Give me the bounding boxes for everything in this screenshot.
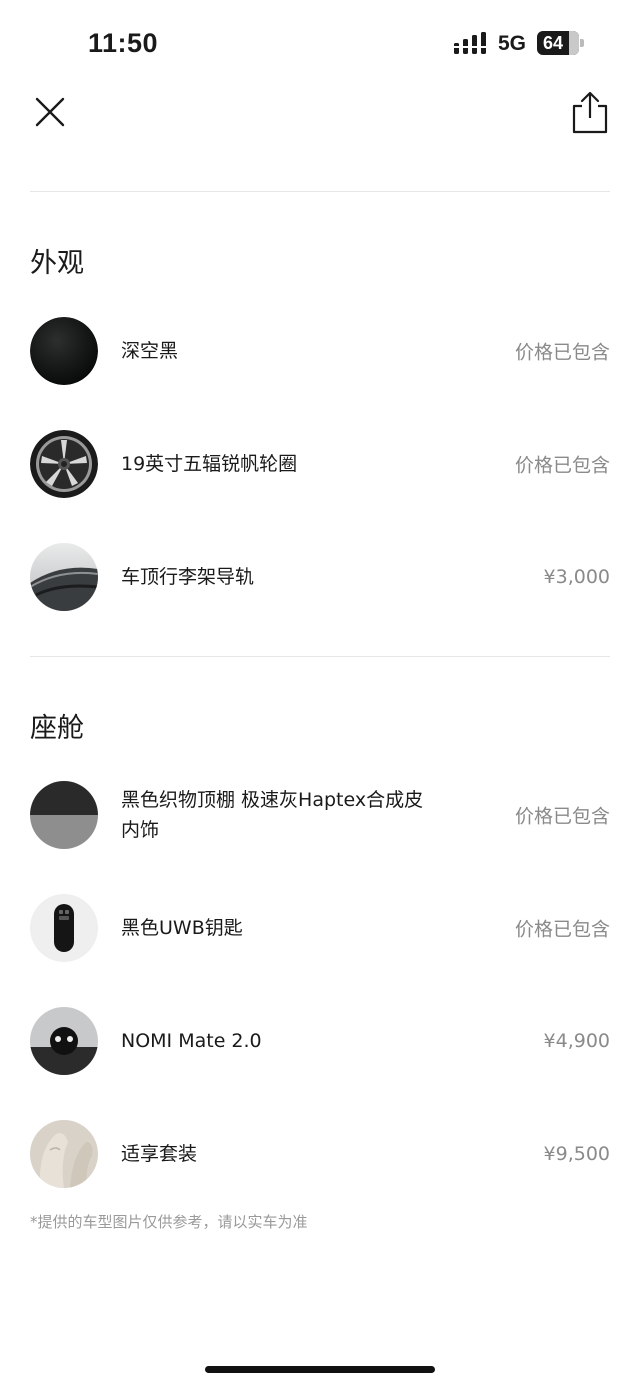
battery-icon: 64 — [537, 31, 579, 55]
option-label: 深空黑 — [121, 340, 179, 362]
option-row-wheel[interactable]: 19英寸五辐锐帆轮圈 价格已包含 — [30, 429, 610, 499]
option-label: 黑色织物顶棚 极速灰Haptex合成皮内饰 — [121, 789, 424, 841]
option-label: NOMI Mate 2.0 — [121, 1030, 262, 1052]
seat-thumbnail — [30, 1120, 98, 1188]
option-row-paint[interactable]: 深空黑 价格已包含 — [30, 316, 610, 386]
option-price: ¥9,500 — [543, 1143, 610, 1165]
interior-swatch-image — [30, 781, 98, 849]
option-row-interior[interactable]: 黑色织物顶棚 极速灰Haptex合成皮内饰 价格已包含 — [30, 780, 610, 850]
option-row-nomi[interactable]: NOMI Mate 2.0 ¥4,900 — [30, 1006, 610, 1076]
paint-swatch-thumbnail — [30, 317, 98, 385]
option-row-key[interactable]: 黑色UWB钥匙 价格已包含 — [30, 893, 610, 963]
status-time: 11:50 — [88, 28, 159, 58]
option-label: 车顶行李架导轨 — [121, 566, 255, 588]
option-price: 价格已包含 — [514, 341, 610, 364]
battery-level: 64 — [543, 33, 564, 53]
status-bar: 11:50 5G 64 — [0, 0, 640, 88]
option-row-package[interactable]: 适享套装 ¥9,500 — [30, 1119, 610, 1189]
option-price: 价格已包含 — [514, 918, 610, 941]
option-price: 价格已包含 — [514, 805, 610, 828]
option-price: ¥4,900 — [543, 1030, 610, 1052]
section-title-cabin: 座舱 — [30, 713, 84, 744]
nomi-robot-image — [30, 1007, 98, 1075]
option-price: 价格已包含 — [514, 454, 610, 477]
close-icon[interactable] — [30, 92, 70, 132]
signal-strength-icon — [454, 32, 486, 54]
interior-swatch-thumbnail — [30, 781, 98, 849]
option-row-roof-rail[interactable]: 车顶行李架导轨 ¥3,000 — [30, 542, 610, 612]
wheel-image — [30, 430, 98, 498]
home-indicator[interactable] — [205, 1366, 435, 1373]
seat-image — [30, 1120, 98, 1188]
key-fob-image — [30, 894, 98, 962]
paint-swatch-image — [30, 317, 98, 385]
option-price: ¥3,000 — [543, 566, 610, 588]
battery-empty-portion — [569, 31, 579, 55]
wheel-thumbnail — [30, 430, 98, 498]
option-label: 黑色UWB钥匙 — [121, 917, 243, 939]
roof-rail-image — [30, 543, 98, 611]
option-label: 适享套装 — [121, 1143, 198, 1165]
network-type: 5G — [498, 32, 527, 55]
option-label: 19英寸五辐锐帆轮圈 — [121, 453, 298, 475]
section-title-exterior: 外观 — [30, 248, 84, 279]
key-fob-thumbnail — [30, 894, 98, 962]
nomi-robot-thumbnail — [30, 1007, 98, 1075]
section-divider — [30, 656, 610, 657]
disclaimer-footnote: *提供的车型图片仅供参考，请以实车为准 — [30, 1213, 308, 1231]
roof-rail-thumbnail — [30, 543, 98, 611]
header-divider — [30, 191, 610, 192]
battery-tip — [580, 39, 584, 47]
share-icon[interactable] — [568, 88, 612, 136]
